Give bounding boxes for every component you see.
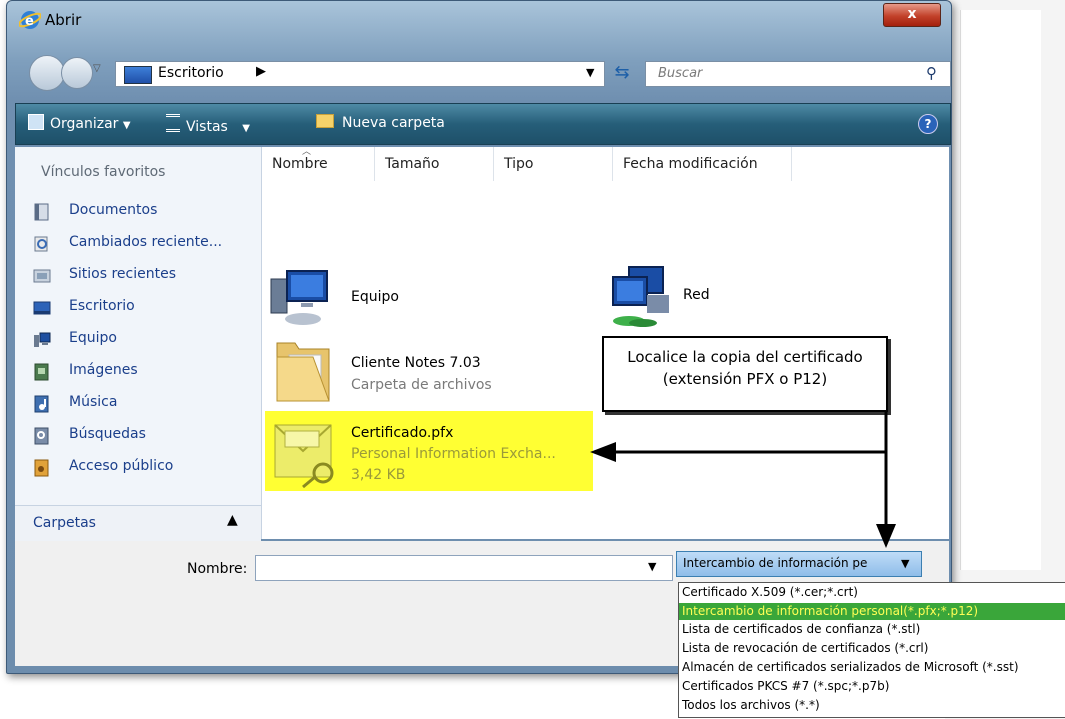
arrow-left-head: [590, 442, 616, 462]
annotation-arrows: [590, 410, 896, 548]
arrow-down-head: [876, 524, 896, 548]
